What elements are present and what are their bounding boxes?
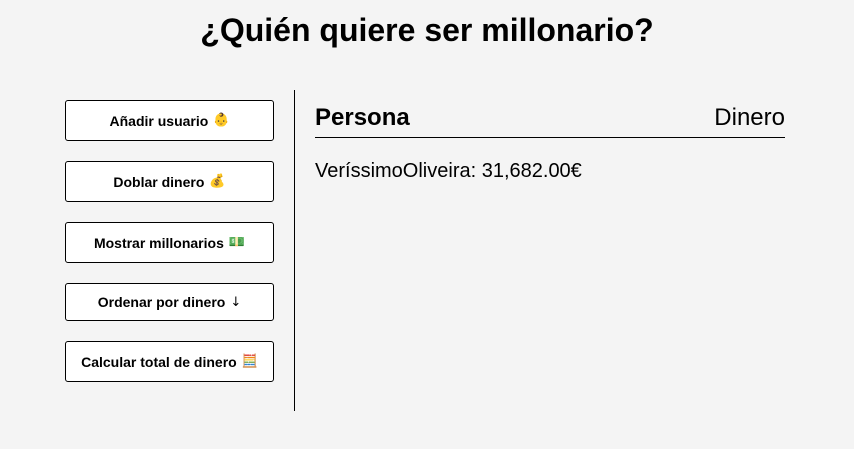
- show-millionaires-button-label: Mostrar millonarios: [93, 234, 224, 251]
- money-bag-icon: 💰: [209, 174, 226, 189]
- sort-by-money-button[interactable]: Ordenar por dinero ↓: [65, 283, 274, 321]
- add-user-button-label: Añadir usuario: [109, 112, 209, 129]
- sort-by-money-button-label: Ordenar por dinero: [97, 294, 226, 310]
- double-money-button-label: Doblar dinero: [113, 173, 205, 190]
- table-header: Persona Dinero: [315, 98, 785, 138]
- calculate-total-button-label: Calcular total de dinero: [81, 353, 237, 370]
- people-list: Persona Dinero VeríssimoOliveira: 31,682…: [315, 98, 785, 191]
- arrow-down-icon: ↓: [230, 294, 242, 310]
- dollar-banknote-icon: 💵: [228, 235, 246, 250]
- column-header-dinero: Dinero: [714, 103, 785, 131]
- person-rows: VeríssimoOliveira: 31,682.00€: [315, 159, 785, 183]
- person-row: VeríssimoOliveira: 31,682.00€: [315, 160, 582, 182]
- abacus-icon: 🧮: [241, 354, 258, 369]
- show-millionaires-button[interactable]: Mostrar millonarios 💵: [65, 222, 274, 263]
- double-money-button[interactable]: Doblar dinero 💰: [65, 161, 274, 202]
- column-header-persona: Persona: [315, 103, 410, 131]
- calculate-total-button[interactable]: Calcular total de dinero 🧮: [65, 341, 274, 382]
- add-user-button[interactable]: Añadir usuario 👶: [65, 100, 274, 141]
- page-title: ¿Quién quiere ser millonario?: [200, 12, 654, 48]
- vertical-divider: [294, 90, 295, 411]
- baby-face-icon: 👶: [213, 113, 230, 128]
